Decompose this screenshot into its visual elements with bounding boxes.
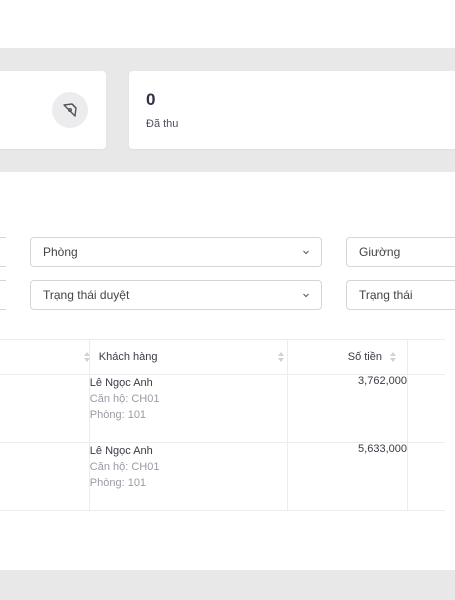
status-select-value: Trạng thái	[359, 288, 413, 302]
customer-name: Lê Ngọc Anh	[89, 445, 153, 457]
customer-header-label: Khách hàng	[98, 351, 158, 363]
column-header-customer[interactable]: Khách hàng	[89, 339, 288, 375]
invoice-table: Khách hàng Số tiền Lê Ngọc Anh Căn hộ: C…	[0, 339, 445, 511]
top-bar	[0, 0, 455, 48]
filter-select-left-2[interactable]	[0, 280, 6, 310]
bed-select-value: Giường	[359, 245, 401, 259]
stat-card-collected	[129, 71, 455, 149]
customer-cell: Lê Ngọc Anh Căn hộ: CH01 Phòng: 101	[89, 374, 288, 443]
table-cell	[0, 374, 90, 443]
customer-apartment: Căn hộ: CH01	[89, 393, 160, 405]
customer-room: Phòng: 101	[89, 477, 147, 489]
customer-apartment: Căn hộ: CH01	[89, 461, 160, 473]
table-row[interactable]: Lê Ngọc Anh Căn hộ: CH01 Phòng: 101 5,63…	[0, 442, 445, 511]
table-cell	[407, 442, 445, 511]
sort-icon[interactable]	[277, 351, 285, 363]
chevron-down-icon	[303, 293, 309, 298]
approval-status-select[interactable]: Trạng thái duyệt	[30, 280, 322, 310]
table-header-row: Khách hàng Số tiền	[0, 339, 445, 375]
approval-status-value: Trạng thái duyệt	[43, 288, 130, 302]
customer-cell: Lê Ngọc Anh Căn hộ: CH01 Phòng: 101	[89, 442, 288, 511]
status-select[interactable]: Trạng thái	[346, 280, 455, 310]
collected-label: Đã thu	[146, 118, 179, 130]
pen-tool-icon	[52, 92, 88, 128]
customer-name: Lê Ngọc Anh	[89, 377, 153, 389]
sort-icon[interactable]	[389, 351, 397, 363]
table-cell	[407, 374, 445, 443]
amount-cell: 5,633,000	[287, 442, 408, 511]
column-header-next	[407, 339, 445, 375]
collected-value: 0	[146, 90, 156, 109]
room-select-value: Phòng	[43, 245, 78, 259]
room-select[interactable]: Phòng	[30, 237, 322, 267]
filter-select-left-1[interactable]	[0, 237, 6, 267]
chevron-down-icon	[303, 250, 309, 255]
amount-header-label: Số tiền	[347, 351, 382, 363]
table-row[interactable]: Lê Ngọc Anh Căn hộ: CH01 Phòng: 101 3,76…	[0, 374, 445, 443]
column-header-amount[interactable]: Số tiền	[287, 339, 408, 375]
customer-room: Phòng: 101	[89, 409, 147, 421]
column-header-previous[interactable]	[0, 339, 90, 375]
bed-select[interactable]: Giường	[346, 237, 455, 267]
table-cell	[0, 442, 90, 511]
amount-cell: 3,762,000	[287, 374, 408, 443]
